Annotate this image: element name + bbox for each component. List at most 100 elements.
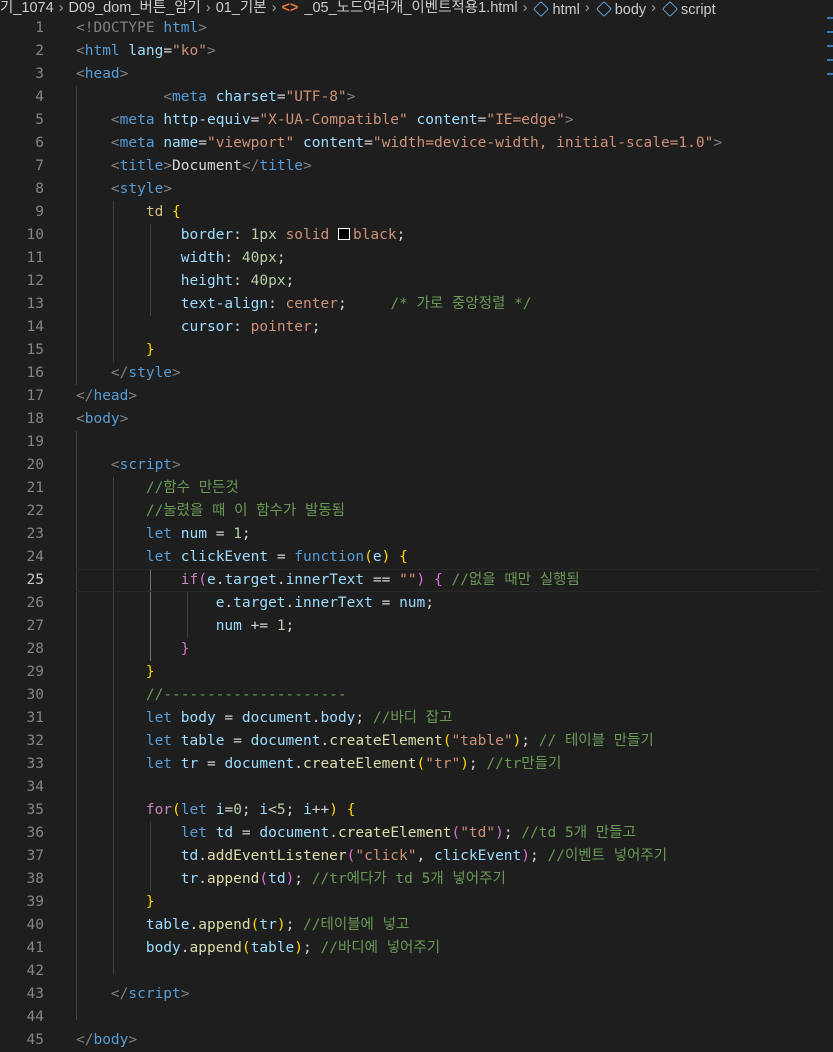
line-number[interactable]: 1	[0, 17, 58, 40]
line-number[interactable]: 4	[0, 86, 58, 109]
code-line-28[interactable]: }	[76, 638, 819, 661]
line-number[interactable]: 17	[0, 385, 58, 408]
line-number[interactable]: 36	[0, 822, 58, 845]
line-number[interactable]: 38	[0, 868, 58, 891]
line-number[interactable]: 45	[0, 1029, 58, 1052]
line-number[interactable]: 31	[0, 707, 58, 730]
code-line-42[interactable]	[76, 960, 819, 983]
code-line-37[interactable]: td.addEventListener("click", clickEvent)…	[76, 845, 819, 868]
code-line-35[interactable]: for(let i=0; i<5; i++) {	[76, 799, 819, 822]
line-number[interactable]: 8	[0, 178, 58, 201]
code-line-4[interactable]: <meta charset="UTF-8">	[76, 86, 819, 109]
code-line-23[interactable]: let num = 1;	[76, 523, 819, 546]
code-line-11[interactable]: width: 40px;	[76, 247, 819, 270]
line-number[interactable]: 44	[0, 1006, 58, 1029]
line-number[interactable]: 39	[0, 891, 58, 914]
code-line-43[interactable]: </script>	[76, 983, 819, 1006]
line-number[interactable]: 40	[0, 914, 58, 937]
breadcrumb-folder-dom[interactable]: D09_dom_버튼_암기	[69, 0, 201, 17]
line-number[interactable]: 43	[0, 983, 58, 1006]
line-number[interactable]: 5	[0, 109, 58, 132]
code-line-15[interactable]: }	[76, 339, 819, 362]
line-number[interactable]: 19	[0, 431, 58, 454]
line-number[interactable]: 28	[0, 638, 58, 661]
code-line-41[interactable]: body.append(table); //바디에 넣어주기	[76, 937, 819, 960]
line-number[interactable]: 32	[0, 730, 58, 753]
code-line-3[interactable]: <head>	[76, 63, 819, 86]
code-line-34[interactable]	[76, 776, 819, 799]
line-number[interactable]: 16	[0, 362, 58, 385]
code-editor[interactable]: <!DOCTYPE html> <html lang="ko"> <head> …	[76, 17, 819, 1052]
code-line-20[interactable]: <script>	[76, 454, 819, 477]
line-number[interactable]: 11	[0, 247, 58, 270]
line-number[interactable]: 33	[0, 753, 58, 776]
breadcrumb-symbol-html[interactable]: html	[532, 0, 580, 17]
line-number[interactable]: 7	[0, 155, 58, 178]
line-number[interactable]: 21	[0, 477, 58, 500]
code-line-22[interactable]: //눌렸을 때 이 함수가 발동됨	[76, 500, 819, 523]
line-number[interactable]: 23	[0, 523, 58, 546]
code-line-25[interactable]: if(e.target.innerText == "") { //없을 때만 실…	[76, 569, 819, 592]
breadcrumb-file[interactable]: <> _05_노드여러개_이벤트적용1.html	[281, 0, 517, 17]
code-line-17[interactable]: </head>	[76, 385, 819, 408]
code-line-16[interactable]: </style>	[76, 362, 819, 385]
code-line-8[interactable]: <style>	[76, 178, 819, 201]
line-number[interactable]: 20	[0, 454, 58, 477]
code-line-44[interactable]	[76, 1006, 819, 1029]
code-line-27[interactable]: num += 1;	[76, 615, 819, 638]
breadcrumb-folder-basic[interactable]: 01_기본	[216, 0, 267, 17]
code-line-24[interactable]: let clickEvent = function(e) {	[76, 546, 819, 569]
overview-ruler[interactable]	[827, 17, 833, 117]
line-number[interactable]: 26	[0, 592, 58, 615]
code-line-36[interactable]: let td = document.createElement("td"); /…	[76, 822, 819, 845]
color-swatch-icon[interactable]	[337, 228, 350, 240]
line-number[interactable]: 15	[0, 339, 58, 362]
line-number[interactable]: 35	[0, 799, 58, 822]
line-number[interactable]: 6	[0, 132, 58, 155]
line-number[interactable]: 12	[0, 270, 58, 293]
line-number[interactable]: 13	[0, 293, 58, 316]
breadcrumb-symbol-script[interactable]: script	[661, 0, 716, 17]
code-line-38[interactable]: tr.append(td); //tr에다가 td 5개 넣어주기	[76, 868, 819, 891]
line-number[interactable]: 29	[0, 661, 58, 684]
line-number[interactable]: 22	[0, 500, 58, 523]
line-number[interactable]: 27	[0, 615, 58, 638]
code-line-45[interactable]: </body>	[76, 1029, 819, 1052]
code-line-13[interactable]: text-align: center; /* 가로 중앙정렬 */	[76, 293, 819, 316]
code-line-21[interactable]: //함수 만든것	[76, 477, 819, 500]
line-number[interactable]: 9	[0, 201, 58, 224]
line-number[interactable]: 30	[0, 684, 58, 707]
line-number[interactable]: 25	[0, 569, 58, 592]
line-number[interactable]: 41	[0, 937, 58, 960]
code-line-30[interactable]: //---------------------	[76, 684, 819, 707]
code-line-19[interactable]	[76, 431, 819, 454]
code-line-9[interactable]: td {	[76, 201, 819, 224]
code-line-1[interactable]: <!DOCTYPE html>	[76, 17, 819, 40]
breadcrumb-symbol-body[interactable]: body	[595, 0, 646, 17]
line-number[interactable]: 3	[0, 63, 58, 86]
code-line-33[interactable]: let tr = document.createElement("tr"); /…	[76, 753, 819, 776]
code-line-32[interactable]: let table = document.createElement("tabl…	[76, 730, 819, 753]
code-line-39[interactable]: }	[76, 891, 819, 914]
line-number[interactable]: 18	[0, 408, 58, 431]
code-line-7[interactable]: <title>Document</title>	[76, 155, 819, 178]
code-line-18[interactable]: <body>	[76, 408, 819, 431]
code-line-14[interactable]: cursor: pointer;	[76, 316, 819, 339]
breadcrumb-folder-root[interactable]: 기_1074	[0, 0, 54, 17]
line-number[interactable]: 14	[0, 316, 58, 339]
code-line-40[interactable]: table.append(tr); //테이블에 넣고	[76, 914, 819, 937]
line-number[interactable]: 2	[0, 40, 58, 63]
code-line-2[interactable]: <html lang="ko">	[76, 40, 819, 63]
line-number[interactable]: 37	[0, 845, 58, 868]
code-line-6[interactable]: <meta name="viewport" content="width=dev…	[76, 132, 819, 155]
line-number[interactable]: 10	[0, 224, 58, 247]
line-number[interactable]: 42	[0, 960, 58, 983]
line-number[interactable]: 24	[0, 546, 58, 569]
code-line-5[interactable]: <meta http-equiv="X-UA-Compatible" conte…	[76, 109, 819, 132]
code-line-10[interactable]: border: 1px solid black;	[76, 224, 819, 247]
code-line-26[interactable]: e.target.innerText = num;	[76, 592, 819, 615]
code-line-29[interactable]: }	[76, 661, 819, 684]
code-line-12[interactable]: height: 40px;	[76, 270, 819, 293]
line-number[interactable]: 34	[0, 776, 58, 799]
code-line-31[interactable]: let body = document.body; //바디 잡고	[76, 707, 819, 730]
